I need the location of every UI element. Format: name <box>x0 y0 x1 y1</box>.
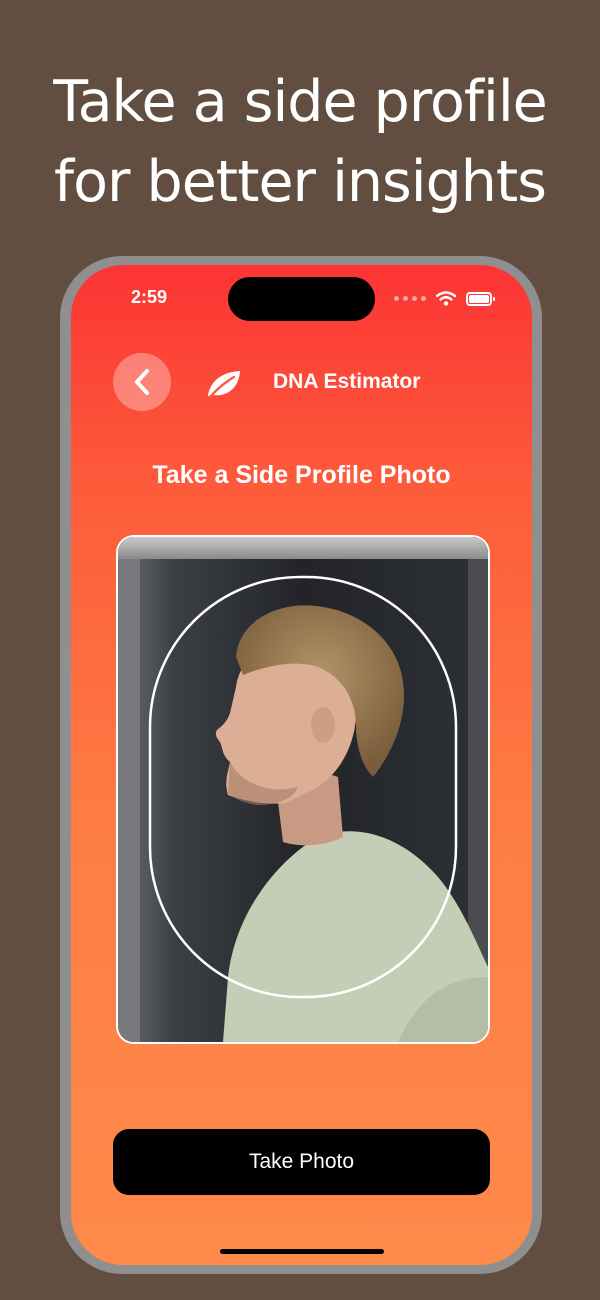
camera-feed-image <box>118 537 488 1042</box>
app-title: DNA Estimator <box>273 370 421 393</box>
battery-icon <box>466 291 495 306</box>
phone-screen: 2:59 DNA Estimator Take a Side Profile P… <box>71 265 532 1265</box>
page-title: Take a Side Profile Photo <box>152 461 451 489</box>
headline-line-1: Take a side profile <box>53 69 547 135</box>
headline-line-2: for better insights <box>54 149 547 215</box>
wifi-icon <box>436 291 456 306</box>
marketing-headline: Take a side profile for better insights <box>0 62 600 222</box>
back-button[interactable] <box>113 353 171 411</box>
status-icons <box>394 291 495 306</box>
signal-dots-icon <box>394 296 426 301</box>
camera-preview <box>116 535 490 1044</box>
take-photo-button[interactable]: Take Photo <box>113 1129 490 1195</box>
chevron-left-icon <box>135 369 149 395</box>
home-indicator[interactable] <box>220 1249 384 1254</box>
leaf-icon <box>208 371 240 399</box>
status-time: 2:59 <box>131 287 168 307</box>
dynamic-island <box>228 277 375 321</box>
